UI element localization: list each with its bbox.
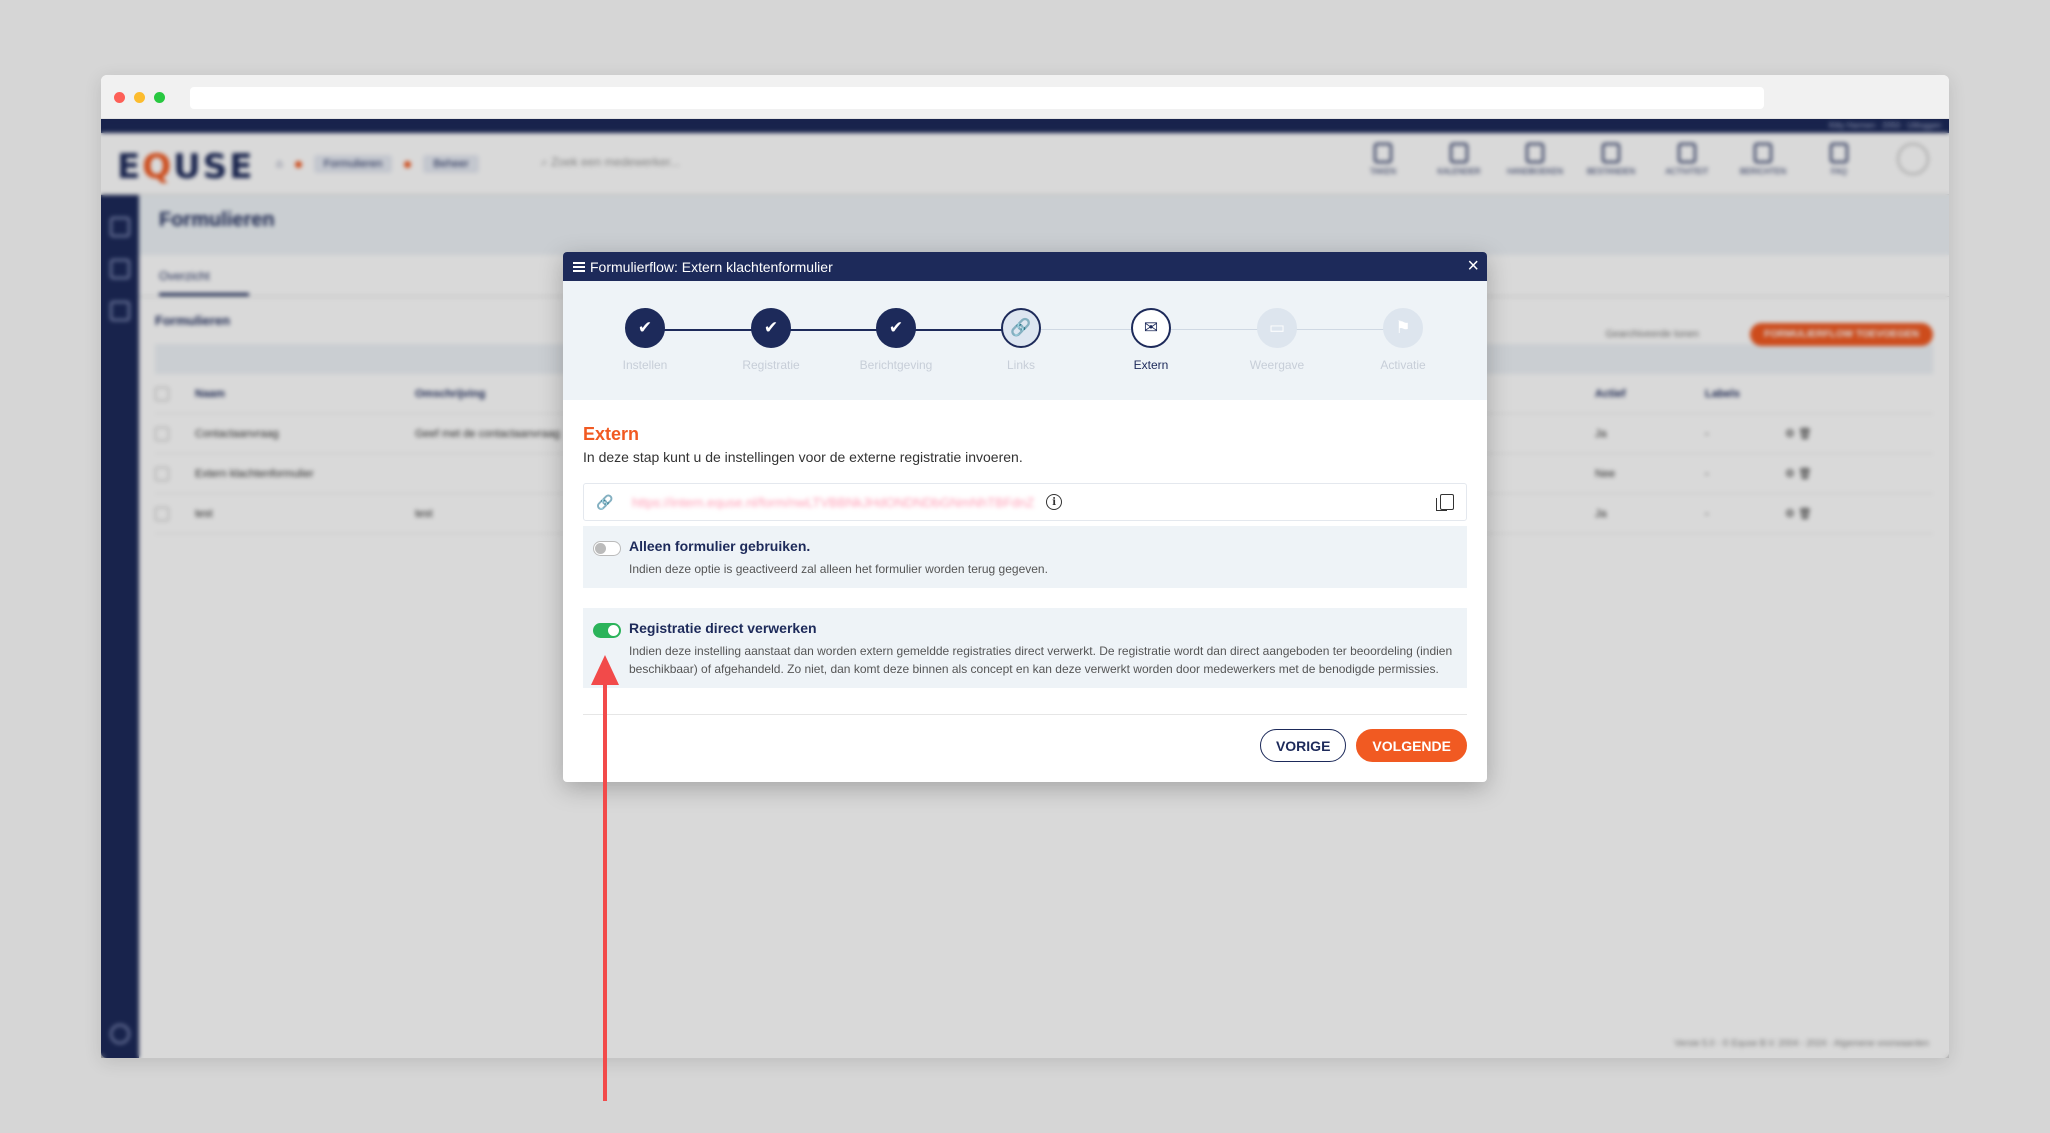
step-extern[interactable]: ✉ Extern bbox=[1096, 308, 1206, 372]
modal-footer: VORIGE VOLGENDE bbox=[583, 714, 1467, 762]
option-description: Indien deze optie is geactiveerd zal all… bbox=[629, 562, 1048, 576]
stepper-line-pending bbox=[1021, 329, 1397, 330]
option-registratie-direct: Registratie direct verwerken Indien deze… bbox=[583, 608, 1467, 688]
formflow-modal: Formulierflow: Extern klachtenformulier … bbox=[563, 252, 1487, 782]
copy-icon[interactable] bbox=[1436, 494, 1454, 511]
external-link-field: 🔗 https://intern.equse.nl/form/nwLTVBBNk… bbox=[583, 483, 1467, 521]
step-links[interactable]: 🔗 Links bbox=[966, 308, 1076, 372]
window-minimize-dot[interactable] bbox=[134, 92, 145, 103]
step-registratie[interactable]: ✔ Registratie bbox=[716, 308, 826, 372]
window-close-dot[interactable] bbox=[114, 92, 125, 103]
step-berichtgeving[interactable]: ✔ Berichtgeving bbox=[841, 308, 951, 372]
check-icon: ✔ bbox=[876, 308, 916, 348]
step-weergave[interactable]: ▭ Weergave bbox=[1222, 308, 1332, 372]
close-icon[interactable]: × bbox=[1467, 255, 1479, 278]
option-description: Indien deze instelling aanstaat dan word… bbox=[629, 644, 1453, 676]
link-icon: 🔗 bbox=[1001, 308, 1041, 348]
link-icon: 🔗 bbox=[596, 493, 614, 510]
step-instellen[interactable]: ✔ Instellen bbox=[590, 308, 700, 372]
annotation-arrow-shaft bbox=[603, 675, 607, 1101]
envelope-icon: ✉ bbox=[1131, 308, 1171, 348]
address-bar[interactable] bbox=[190, 87, 1764, 109]
modal-body: Extern In deze stap kunt u de instelling… bbox=[563, 400, 1487, 688]
window-maximize-dot[interactable] bbox=[154, 92, 165, 103]
info-icon[interactable]: i bbox=[1046, 494, 1063, 510]
option-title: Alleen formulier gebruiken. bbox=[629, 538, 811, 554]
toggle-registratie-direct[interactable] bbox=[593, 623, 621, 638]
toggle-alleen-formulier[interactable] bbox=[593, 541, 621, 556]
monitor-icon: ▭ bbox=[1257, 308, 1297, 348]
modal-title: Formulierflow: Extern klachtenformulier bbox=[590, 258, 833, 275]
option-title: Registratie direct verwerken bbox=[629, 620, 817, 636]
previous-button[interactable]: VORIGE bbox=[1259, 729, 1347, 762]
step-activatie[interactable]: ⚑ Activatie bbox=[1348, 308, 1458, 372]
next-button[interactable]: VOLGENDE bbox=[1356, 729, 1467, 762]
section-description: In deze stap kunt u de instellingen voor… bbox=[583, 449, 1023, 465]
option-alleen-formulier: Alleen formulier gebruiken. Indien deze … bbox=[583, 526, 1467, 588]
modal-header: Formulierflow: Extern klachtenformulier … bbox=[563, 252, 1487, 281]
check-icon: ✔ bbox=[751, 308, 791, 348]
list-icon bbox=[573, 261, 585, 272]
browser-toolbar bbox=[101, 75, 1949, 119]
flag-icon: ⚑ bbox=[1383, 308, 1423, 348]
wizard-stepper: ✔ Instellen ✔ Registratie ✔ Berichtgevin… bbox=[563, 281, 1487, 400]
external-link-url[interactable]: https://intern.equse.nl/form/nwLTVBBNkJH… bbox=[632, 495, 1034, 510]
stepper-line-complete bbox=[645, 329, 1021, 331]
section-title: Extern bbox=[583, 424, 640, 444]
check-icon: ✔ bbox=[625, 308, 665, 348]
